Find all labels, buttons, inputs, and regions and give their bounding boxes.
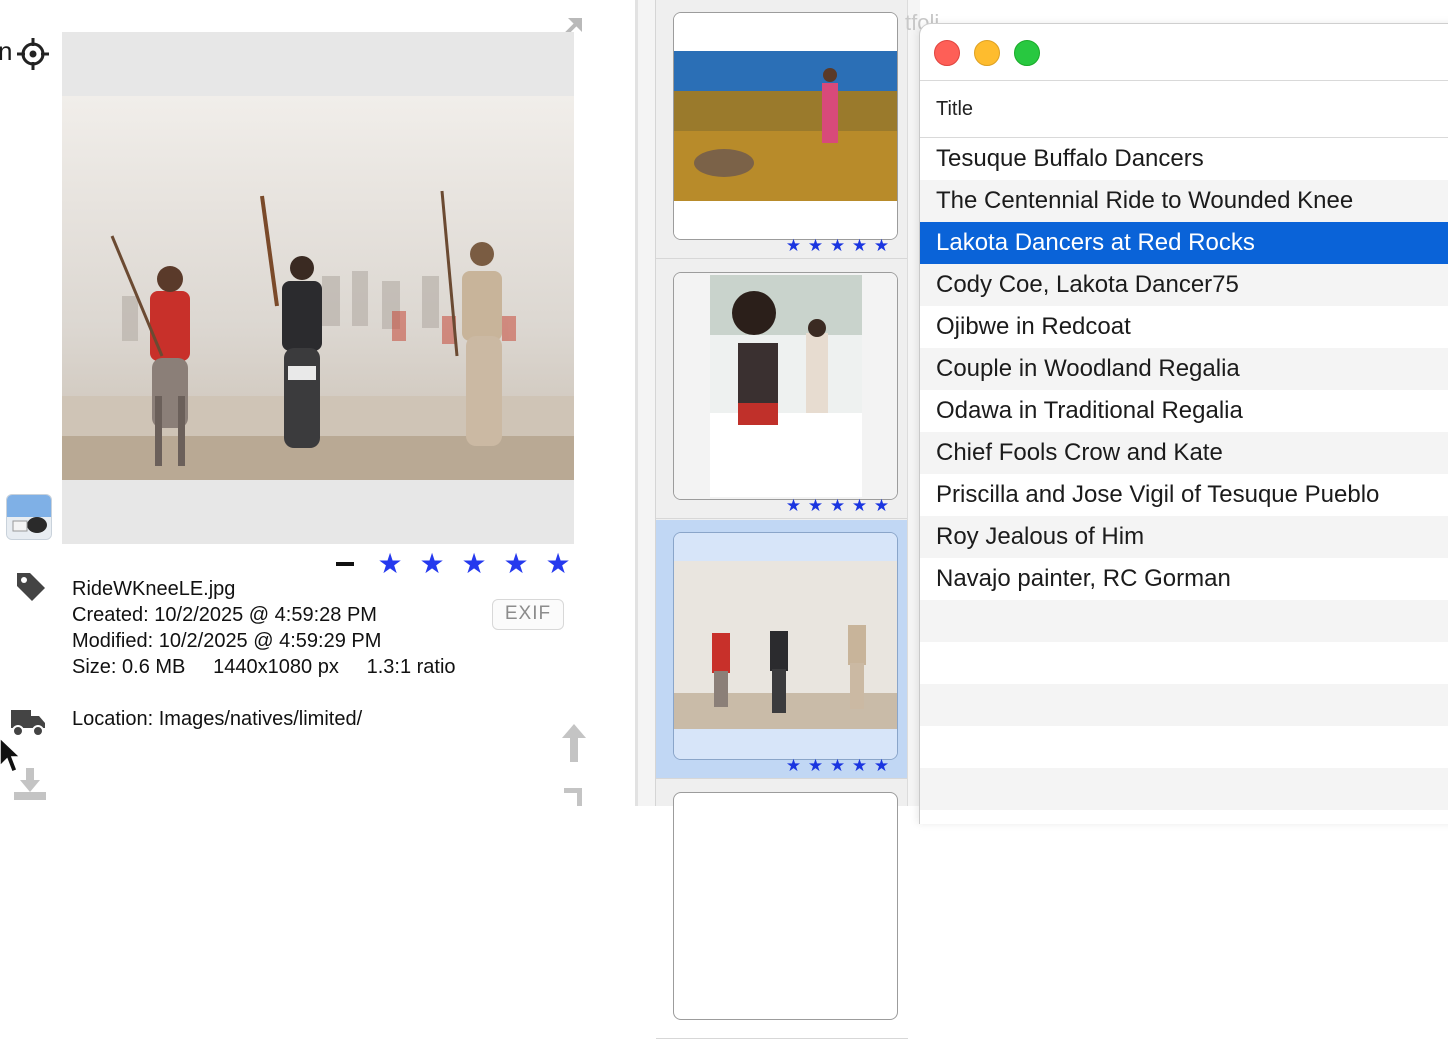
thumbnail-star[interactable]: ★: [872, 756, 891, 776]
thumbnail-star[interactable]: ★: [872, 236, 891, 256]
rating-star[interactable]: ★: [456, 548, 492, 580]
thumbnail-star[interactable]: ★: [850, 756, 869, 776]
clear-rating-button[interactable]: [336, 562, 354, 566]
thumbnail-cell[interactable]: ★ ★ ★ ★ ★: [656, 260, 908, 519]
list-item[interactable]: Couple in Woodland Regalia: [920, 348, 1448, 390]
thumbnail-star[interactable]: ★: [850, 236, 869, 256]
thumbnail-star[interactable]: ★: [784, 236, 803, 256]
thumbnail-cell-selected[interactable]: ★ ★ ★ ★ ★: [656, 520, 908, 779]
corner-icon[interactable]: [562, 786, 584, 806]
thumbnail-star[interactable]: ★: [806, 496, 825, 516]
size-info: Size: 0.6 MB 1440x1080 px 1.3:1 ratio: [72, 656, 456, 678]
thumbnail-star[interactable]: ★: [784, 496, 803, 516]
crosshair-icon[interactable]: [17, 38, 49, 70]
title-list[interactable]: Tesuque Buffalo Dancers The Centennial R…: [920, 138, 1448, 810]
rating-star[interactable]: ★: [540, 548, 576, 580]
rating-star[interactable]: ★: [498, 548, 534, 580]
empty-row: [920, 726, 1448, 768]
thumbnail-image[interactable]: [674, 13, 897, 239]
thumbnail-cell[interactable]: ★ ★ ★ ★ ★: [656, 0, 908, 259]
thumbnail-image[interactable]: [674, 273, 897, 499]
thumbnail-star[interactable]: ★: [806, 756, 825, 776]
image-preview[interactable]: [62, 96, 574, 480]
list-item[interactable]: Odawa in Traditional Regalia: [920, 390, 1448, 432]
thumbnail-card[interactable]: [673, 272, 898, 500]
empty-row: [920, 600, 1448, 642]
list-item-selected[interactable]: Lakota Dancers at Red Rocks: [920, 222, 1448, 264]
tag-icon[interactable]: [14, 570, 48, 604]
file-name: RideWKneeLE.jpg: [72, 578, 236, 600]
rating-star[interactable]: ★: [372, 548, 408, 580]
empty-row: [920, 768, 1448, 810]
app-thumbnail-icon[interactable]: [6, 494, 52, 540]
thumbnail-star[interactable]: ★: [828, 236, 847, 256]
thumbnail-star[interactable]: ★: [784, 756, 803, 776]
thumbnail-card[interactable]: [673, 532, 898, 760]
share-arrow-icon[interactable]: [560, 724, 588, 762]
modified-date: Modified: 10/2/2025 @ 4:59:29 PM: [72, 630, 382, 652]
thumbnail-star[interactable]: ★: [828, 756, 847, 776]
list-item[interactable]: Ojibwe in Redcoat: [920, 306, 1448, 348]
truck-icon[interactable]: [10, 706, 46, 738]
list-item[interactable]: Priscilla and Jose Vigil of Tesuque Pueb…: [920, 474, 1448, 516]
list-item[interactable]: Cody Coe, Lakota Dancer75: [920, 264, 1448, 306]
thumbnail-star[interactable]: ★: [806, 236, 825, 256]
empty-row: [920, 684, 1448, 726]
empty-row: [920, 642, 1448, 684]
truncated-heading: n: [0, 36, 13, 66]
zoom-window-button[interactable]: [1014, 40, 1040, 66]
column-header-title[interactable]: Title: [920, 81, 1448, 138]
mouse-pointer-icon: [0, 736, 20, 773]
created-date: Created: 10/2/2025 @ 4:59:28 PM: [72, 604, 377, 626]
thumbnail-star[interactable]: ★: [850, 496, 869, 516]
thumbnail-image[interactable]: [674, 533, 897, 759]
rating-stars[interactable]: ★ ★ ★ ★ ★: [372, 548, 576, 580]
location-path: Location: Images/natives/limited/: [72, 708, 363, 730]
exif-button[interactable]: EXIF: [492, 599, 564, 630]
thumbnail-rating[interactable]: ★ ★ ★ ★ ★: [784, 496, 891, 516]
list-item[interactable]: The Centennial Ride to Wounded Knee: [920, 180, 1448, 222]
list-item[interactable]: Roy Jealous of Him: [920, 516, 1448, 558]
rating-star[interactable]: ★: [414, 548, 450, 580]
image-detail-panel: n ★ ★ ★ ★ ★ RideWKneeLE.jpg Created: 10/…: [0, 0, 635, 806]
list-item[interactable]: Navajo painter, RC Gorman: [920, 558, 1448, 600]
column-header-label: Title: [936, 98, 974, 120]
panel-gutter: [638, 0, 655, 806]
thumbnail-card[interactable]: [673, 12, 898, 240]
thumbnail-rating[interactable]: ★ ★ ★ ★ ★: [784, 756, 891, 776]
thumbnail-card[interactable]: [673, 792, 898, 1020]
close-window-button[interactable]: [934, 40, 960, 66]
thumbnail-strip[interactable]: ★ ★ ★ ★ ★ ★ ★ ★ ★ ★ ★ ★ ★ ★ ★: [655, 0, 908, 1039]
thumbnail-star[interactable]: ★: [872, 496, 891, 516]
minimize-window-button[interactable]: [974, 40, 1000, 66]
thumbnail-cell[interactable]: [656, 780, 908, 1039]
thumbnail-star[interactable]: ★: [828, 496, 847, 516]
list-item[interactable]: Chief Fools Crow and Kate: [920, 432, 1448, 474]
thumbnail-rating[interactable]: ★ ★ ★ ★ ★: [784, 236, 891, 256]
list-item[interactable]: Tesuque Buffalo Dancers: [920, 138, 1448, 180]
